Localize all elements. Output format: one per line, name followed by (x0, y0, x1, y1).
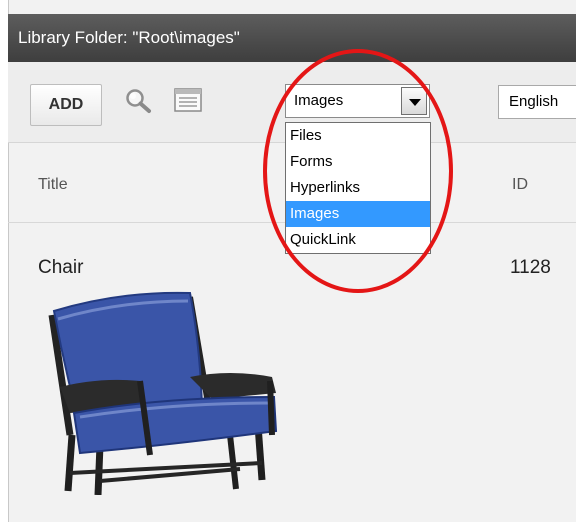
dropdown-option-images[interactable]: Images (286, 201, 430, 227)
row-title[interactable]: Chair (38, 257, 83, 279)
content-type-select-value: Images (294, 92, 344, 109)
chevron-down-icon[interactable] (401, 87, 427, 115)
language-select[interactable]: English (498, 85, 576, 119)
column-header-title[interactable]: Title (38, 176, 68, 194)
add-button[interactable]: ADD (30, 84, 102, 126)
magnifier-icon[interactable] (124, 87, 154, 115)
window-title: Library Folder: "Root\images" (8, 14, 576, 62)
list-view-icon[interactable] (174, 88, 202, 112)
content-type-dropdown-list: Files Forms Hyperlinks Images QuickLink (285, 122, 431, 254)
dropdown-option-forms[interactable]: Forms (286, 149, 430, 175)
dropdown-option-files[interactable]: Files (286, 123, 430, 149)
dropdown-option-hyperlinks[interactable]: Hyperlinks (286, 175, 430, 201)
dropdown-option-quicklink[interactable]: QuickLink (286, 227, 430, 253)
row-id: 1128 (510, 257, 551, 278)
content-type-select[interactable]: Images (285, 84, 430, 118)
chair-image[interactable] (40, 285, 282, 495)
column-header-id[interactable]: ID (512, 176, 528, 194)
